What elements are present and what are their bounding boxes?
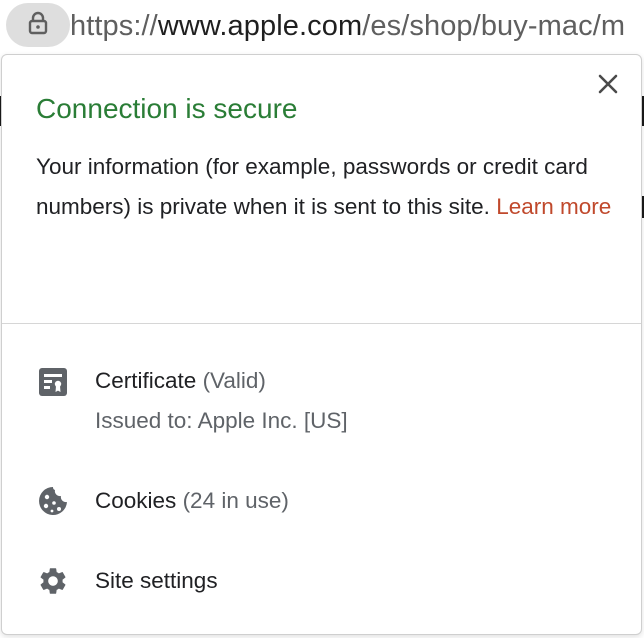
browser-page: https://www.apple.com/es/shop/buy-mac/m … [0,0,644,638]
certificate-label: Certificate (Valid) [95,361,266,401]
cookies-label: Cookies (24 in use) [95,481,289,521]
address-bar[interactable]: https://www.apple.com/es/shop/buy-mac/m [0,0,644,54]
gear-icon [36,564,70,598]
popup-title: Connection is secure [36,93,298,124]
security-description: Your information (for example, passwords… [36,147,626,227]
cookies-status: (24 in use) [182,488,289,513]
certificate-icon [36,365,70,399]
cookies-row[interactable]: Cookies (24 in use) [2,479,641,523]
url-host: www.apple.com [157,10,363,42]
url-text[interactable]: https://www.apple.com/es/shop/buy-mac/m [70,6,625,46]
site-info-popup: Connection is secure Your information (f… [1,54,642,635]
site-settings-label: Site settings [95,568,218,593]
divider [2,323,641,324]
cookie-icon [36,484,70,518]
certificate-issued-to: Issued to: Apple Inc. [US] [95,408,348,433]
cookies-title: Cookies [95,488,177,513]
close-button[interactable] [593,71,623,101]
site-settings-row[interactable]: Site settings [2,559,641,603]
lock-icon [27,11,49,40]
url-scheme: https:// [70,10,158,42]
certificate-status: (Valid) [202,368,266,393]
certificate-title: Certificate [95,368,197,393]
url-path: /es/shop/buy-mac/m [362,10,626,42]
learn-more-link[interactable]: Learn more [496,194,611,219]
close-icon [598,74,618,99]
certificate-row[interactable]: Certificate (Valid) Issued to: Apple Inc… [2,357,641,447]
site-info-button[interactable] [6,3,70,47]
